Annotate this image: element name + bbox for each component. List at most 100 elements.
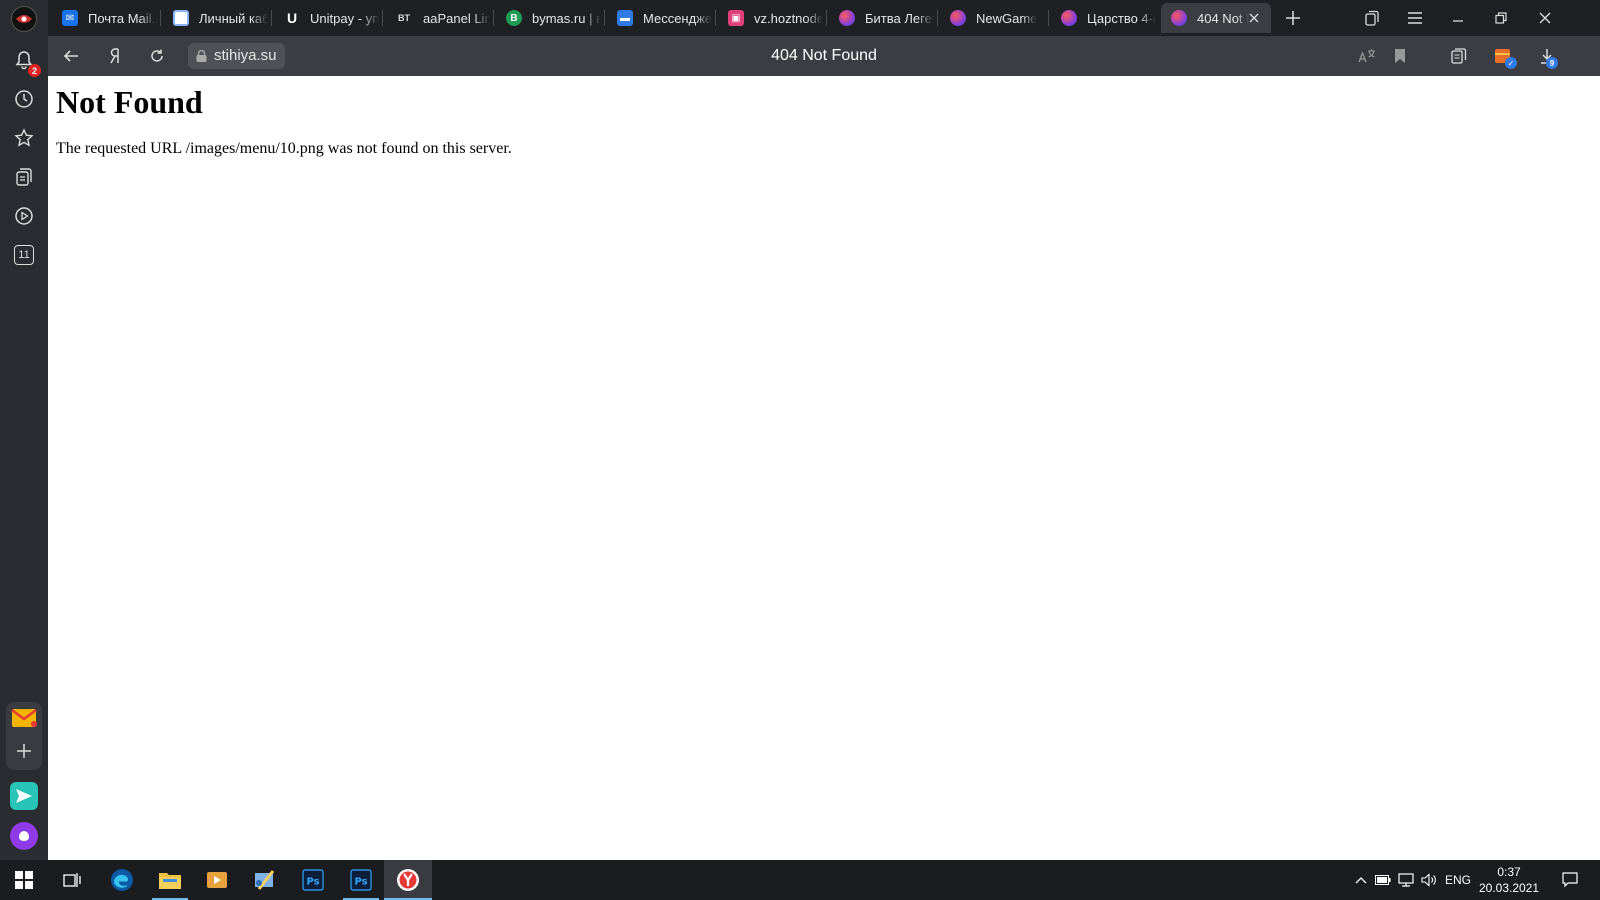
history-button[interactable]	[12, 87, 36, 111]
close-icon	[1539, 12, 1551, 24]
tabs-counter-button[interactable]: 11	[12, 243, 36, 267]
windows-icon	[15, 871, 33, 889]
tab-title: NewGame	[976, 10, 1038, 26]
profile-avatar[interactable]	[11, 6, 37, 32]
sidebar-app-alice[interactable]	[10, 822, 38, 850]
tab-separator	[382, 10, 383, 26]
tab-1[interactable]: Личный кабинет	[163, 3, 268, 33]
action-center-button[interactable]	[1552, 860, 1588, 900]
collections-icon	[16, 168, 32, 186]
tray-battery[interactable]	[1372, 860, 1394, 900]
domain-text: stihiya.su	[214, 47, 277, 64]
yandex-button[interactable]	[103, 44, 127, 68]
bt-icon: BT	[398, 13, 410, 23]
tab-9[interactable]: Царство 4-й	[1051, 3, 1156, 33]
video-button[interactable]	[12, 204, 36, 228]
tab-4[interactable]: Bbymas.ru | вход	[496, 3, 601, 33]
taskbar-photoshop-2[interactable]: Ps	[337, 860, 385, 900]
new-tab-button[interactable]	[1281, 6, 1305, 30]
task-view-button[interactable]	[48, 860, 96, 900]
network-icon	[1398, 873, 1414, 887]
restore-button[interactable]	[1489, 6, 1513, 30]
browser-toolbar: stihiya.su 404 Not Found ✓ 9	[48, 36, 1600, 76]
tab-title: vz.hoztnode.net	[754, 10, 823, 26]
taskbar-photoshop-1[interactable]: Ps	[289, 860, 337, 900]
browser-sidebar: 2 11	[0, 0, 48, 860]
tray-network[interactable]	[1395, 860, 1417, 900]
taskbar-yandex-browser[interactable]	[384, 860, 432, 900]
page-content: Not Found The requested URL /images/menu…	[48, 76, 1600, 860]
taskbar-edge[interactable]	[98, 860, 146, 900]
clock-date: 20.03.2021	[1478, 881, 1540, 895]
tray-show-hidden-button[interactable]	[1350, 860, 1372, 900]
tab-2[interactable]: U Unitpay - управление	[274, 3, 379, 33]
tray-language[interactable]: ENG	[1442, 860, 1474, 900]
send-icon	[16, 789, 32, 803]
mail-icon: ✉	[62, 10, 78, 26]
error-message: The requested URL /images/menu/10.png wa…	[56, 140, 512, 157]
game-icon	[1171, 10, 1187, 26]
minimize-button[interactable]	[1446, 6, 1470, 30]
star-icon	[14, 128, 34, 147]
plus-icon	[1286, 11, 1300, 25]
taskbar-file-explorer[interactable]	[146, 860, 194, 900]
photoshop-icon: Ps	[302, 869, 324, 891]
back-button[interactable]	[59, 44, 83, 68]
translate-button[interactable]	[1355, 44, 1379, 68]
reload-button[interactable]	[145, 44, 169, 68]
tab-5[interactable]: ▬ Мессенджер	[607, 3, 712, 33]
folder-icon	[159, 873, 181, 889]
sidebar-add-app-button[interactable]	[10, 737, 38, 765]
address-bar-domain[interactable]: stihiya.su	[188, 43, 285, 69]
collections-button[interactable]	[12, 165, 36, 189]
windows-taskbar: Ps Ps ENG 0:37 20.03.2021	[0, 860, 1600, 900]
bookmarks-button[interactable]	[12, 126, 36, 150]
close-icon	[1249, 13, 1259, 23]
tab-10[interactable]: 404 Not Found	[1161, 3, 1271, 33]
collections-panel-button[interactable]	[1360, 6, 1384, 30]
start-button[interactable]	[0, 860, 48, 900]
arrow-left-icon	[63, 50, 78, 62]
tab-title: aaPanel Linux panel	[423, 10, 490, 26]
hamburger-icon	[1408, 12, 1422, 24]
bookmark-button[interactable]	[1388, 44, 1412, 68]
tab-separator	[937, 10, 938, 26]
tab-title: Почта Mail.ru	[88, 10, 157, 26]
game-icon	[839, 10, 855, 26]
extension-check-badge: ✓	[1505, 57, 1517, 69]
taskbar-media-player[interactable]	[193, 860, 241, 900]
reader-button[interactable]	[1447, 44, 1471, 68]
svg-text:Ps: Ps	[307, 877, 320, 888]
tab-3[interactable]: BT aaPanel Linux panel	[385, 3, 490, 33]
sidebar-app-messenger[interactable]	[10, 782, 38, 810]
tab-close-button[interactable]	[1247, 11, 1261, 25]
bookmark-icon	[1395, 49, 1405, 63]
yandex-mail-icon	[11, 709, 37, 727]
tray-clock[interactable]: 0:37 20.03.2021	[1474, 864, 1544, 896]
plus-icon	[17, 744, 31, 758]
reload-icon	[151, 49, 163, 62]
tab-8[interactable]: NewGame	[940, 3, 1045, 33]
tab-7[interactable]: Битва Легенд	[829, 3, 934, 33]
tab-6[interactable]: ▣ vz.hoztnode.net	[718, 3, 823, 33]
messenger-icon: ▬	[617, 10, 633, 26]
tab-0[interactable]: ✉ Почта Mail.ru	[52, 3, 157, 33]
tabs-counter: 11	[14, 245, 34, 265]
tray-volume[interactable]	[1418, 860, 1440, 900]
battery-icon	[1375, 875, 1391, 885]
profile-icon	[16, 15, 32, 23]
sidebar-app-mail[interactable]	[10, 704, 38, 732]
menu-button[interactable]	[1403, 6, 1427, 30]
media-player-icon	[207, 872, 227, 888]
edge-icon	[111, 869, 133, 891]
tab-strip: ✉ Почта Mail.ru Личный кабинет U Unitpay - у…	[48, 0, 1600, 36]
downloads-badge: 9	[1546, 57, 1558, 69]
clock-icon	[15, 90, 33, 108]
tab-separator	[1048, 10, 1049, 26]
close-window-button[interactable]	[1533, 6, 1557, 30]
game-icon	[950, 10, 966, 26]
tab-title: Царство 4-й	[1087, 10, 1156, 26]
tab-title: Unitpay - управление	[310, 10, 379, 26]
alice-icon	[19, 831, 29, 841]
taskbar-paint-app[interactable]	[241, 860, 289, 900]
